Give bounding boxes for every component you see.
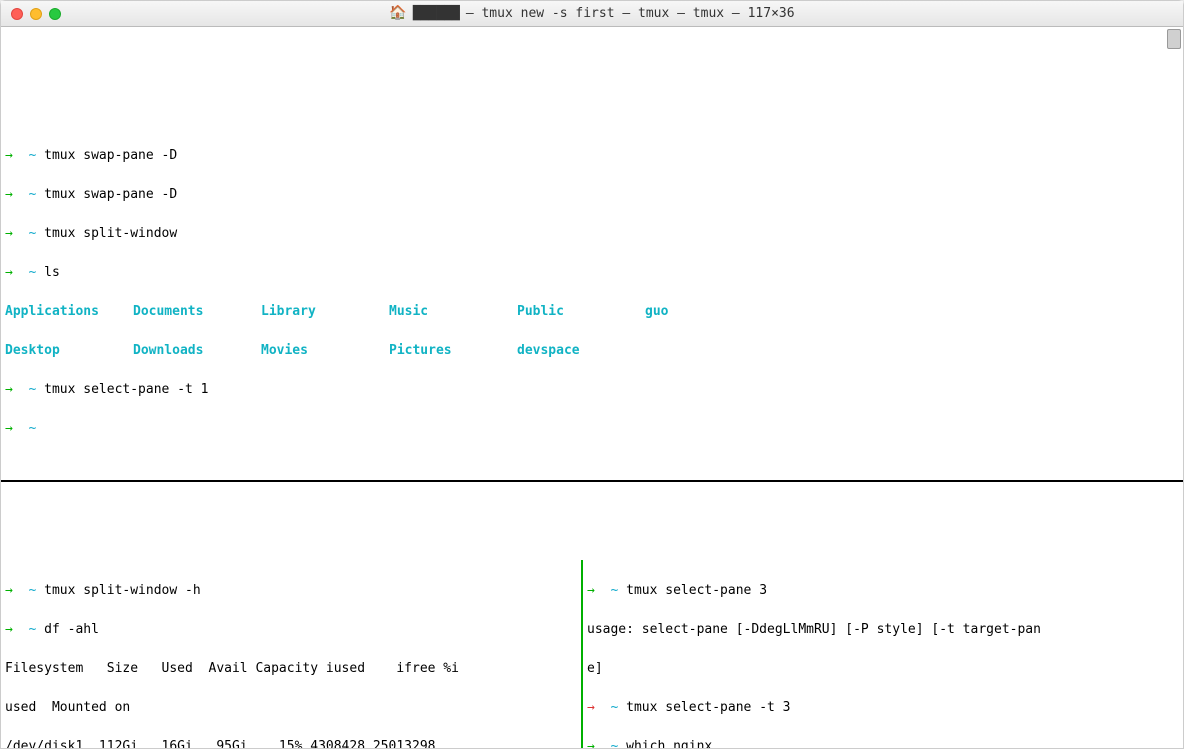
usage-line2: e] xyxy=(587,659,1179,679)
terminal-window: 🏠 ██████ — tmux new -s first — tmux — tm… xyxy=(0,0,1184,749)
traffic-lights xyxy=(11,8,61,20)
close-icon[interactable] xyxy=(11,8,23,20)
terminal-body[interactable]: → ~ tmux swap-pane -D → ~ tmux swap-pane… xyxy=(1,27,1183,748)
tmux-row-2: → ~ tmux split-window -h → ~ df -ahl Fil… xyxy=(1,560,1183,749)
cmd: df -ahl xyxy=(44,622,99,637)
df-header: Filesystem Size Used Avail Capacity iuse… xyxy=(5,659,577,679)
title-user-blur: ██████ xyxy=(413,4,460,24)
cmd: which nginx xyxy=(626,739,712,748)
cmd: tmux split-window xyxy=(44,226,177,241)
df-row: /dev/disk1 112Gi 16Gi 95Gi 15% 4308428 2… xyxy=(5,737,577,748)
titlebar[interactable]: 🏠 ██████ — tmux new -s first — tmux — tm… xyxy=(1,1,1183,27)
tmux-pane-2[interactable]: → ~ tmux split-window -h → ~ df -ahl Fil… xyxy=(1,560,581,749)
cmd: tmux split-window -h xyxy=(44,583,201,598)
df-header2: used Mounted on xyxy=(5,698,577,718)
tmux-pane-1[interactable]: → ~ tmux swap-pane -D → ~ tmux swap-pane… xyxy=(1,125,1183,482)
ls-output-row2: DesktopDownloadsMoviesPicturesdevspace xyxy=(5,341,1179,361)
ls-output-row1: ApplicationsDocumentsLibraryMusicPublicg… xyxy=(5,302,1179,322)
cmd: tmux select-pane 3 xyxy=(626,583,767,598)
window-title: 🏠 ██████ — tmux new -s first — tmux — tm… xyxy=(1,3,1183,24)
cmd: ls xyxy=(44,265,60,280)
home-icon: 🏠 xyxy=(389,3,406,24)
cmd: tmux swap-pane -D xyxy=(44,148,177,163)
tmux-pane-3[interactable]: → ~ tmux select-pane 3 usage: select-pan… xyxy=(581,560,1183,749)
title-text: — tmux new -s first — tmux — tmux — 117×… xyxy=(466,4,795,24)
zoom-icon[interactable] xyxy=(49,8,61,20)
scrollbar-thumb[interactable] xyxy=(1167,29,1181,49)
cmd: tmux select-pane -t 3 xyxy=(626,700,790,715)
cmd: tmux select-pane -t 1 xyxy=(44,382,208,397)
cmd: tmux swap-pane -D xyxy=(44,187,177,202)
minimize-icon[interactable] xyxy=(30,8,42,20)
usage-line: usage: select-pane [-DdegLlMmRU] [-P sty… xyxy=(587,620,1179,640)
